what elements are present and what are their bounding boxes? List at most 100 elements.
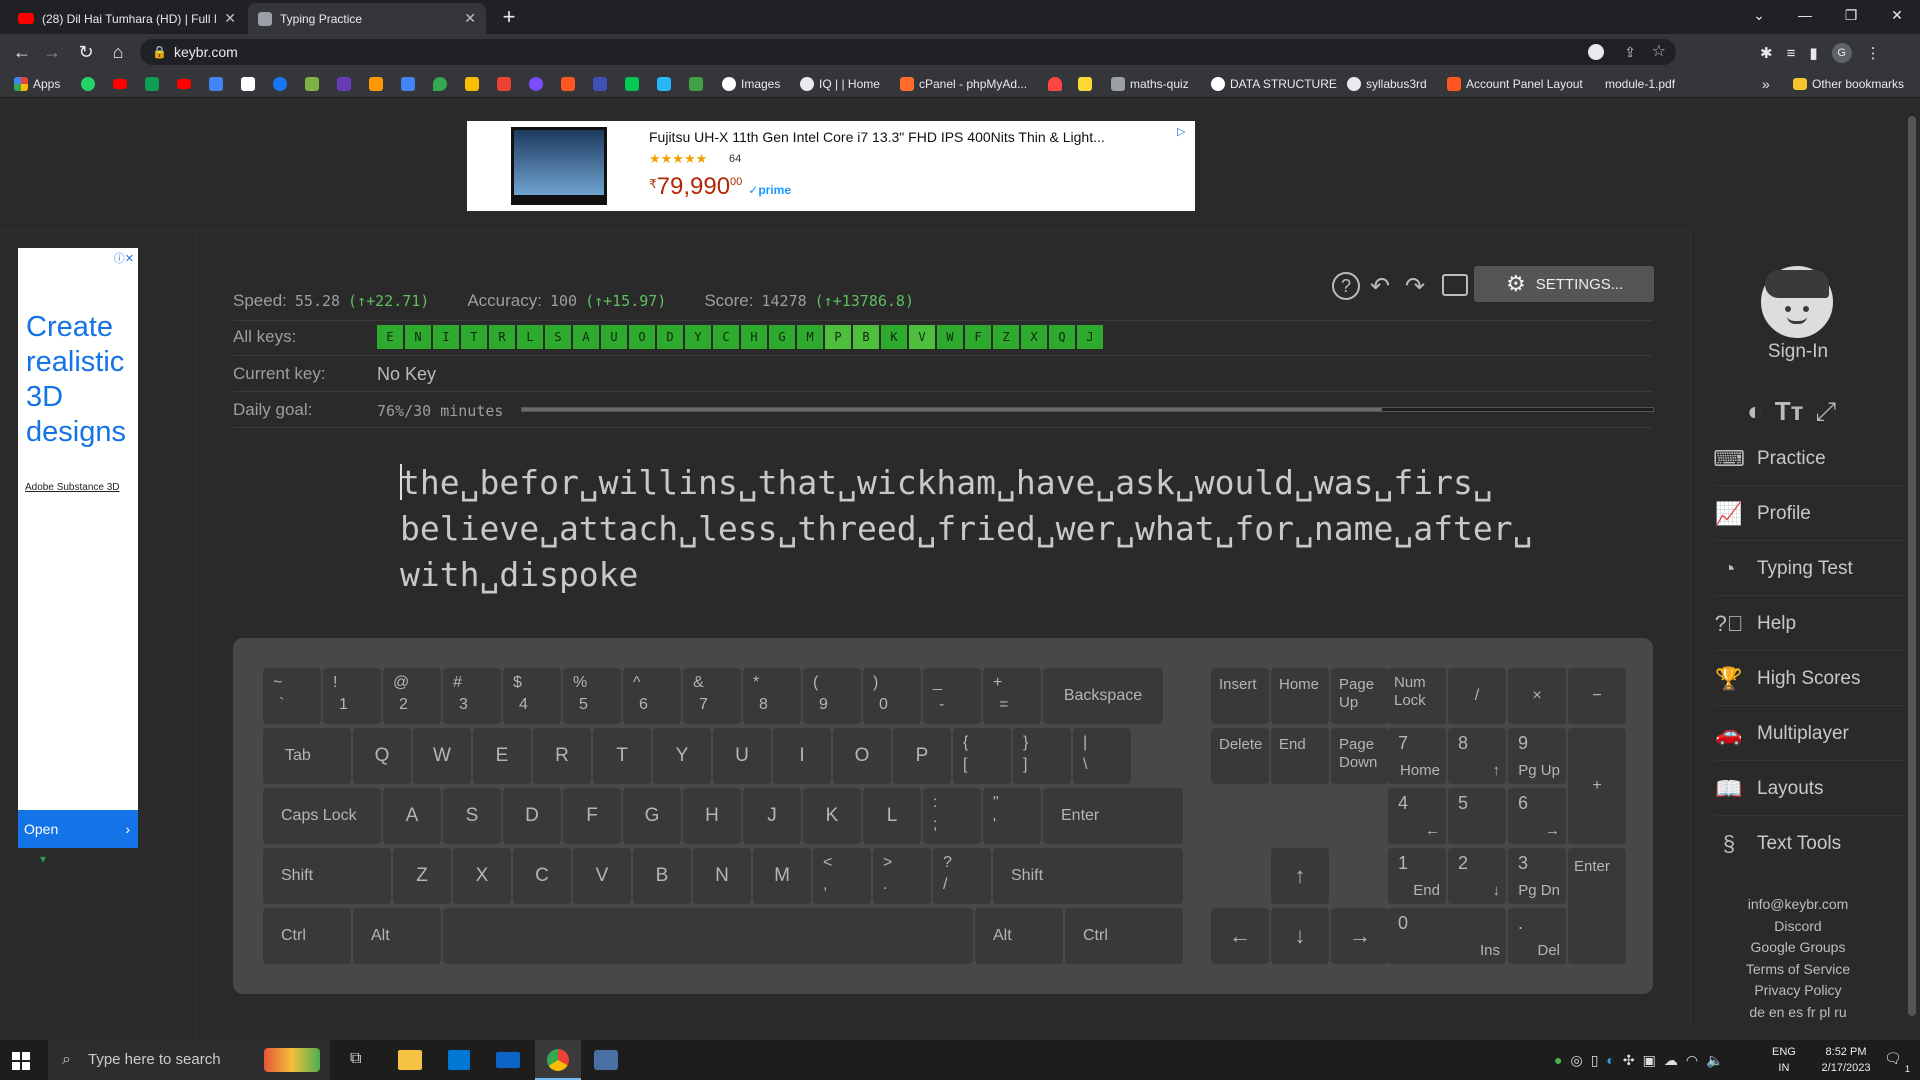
key-q[interactable]: Q [353,728,411,784]
key-bracket[interactable]: | \ [1073,728,1131,784]
tab-youtube[interactable]: (28) Dil Hai Tumhara (HD) | Full M ✕ [8,3,246,34]
key-6[interactable]: ^ 6 [623,668,681,724]
sidebar-item-text-tools[interactable]: § Text Tools [1715,817,1905,871]
key-5[interactable]: % 5 [563,668,621,724]
key-t[interactable]: T [593,728,651,784]
sidebar-item-layouts[interactable]: 📖 Layouts [1715,762,1905,816]
bookmark-icon[interactable] [689,77,703,91]
bookmark-icon[interactable] [1078,77,1092,91]
email-link[interactable]: info@keybr.com [1691,894,1905,916]
edge-icon[interactable]: ◐ [1606,1052,1614,1069]
key-3[interactable]: #3 [443,668,501,724]
bookmark-icon[interactable] [657,77,671,91]
notification-center-icon[interactable]: 🗨 1 [1884,1050,1910,1074]
key-nav[interactable]: Insert [1211,668,1269,724]
key-x[interactable]: X [453,848,511,904]
key-num-multiply[interactable]: × [1508,668,1566,724]
key-num-1[interactable]: 1 End [1388,848,1446,904]
store-icon[interactable] [448,1050,470,1070]
key-r[interactable]: R [533,728,591,784]
file-explorer-icon[interactable] [398,1050,422,1070]
key-num-3[interactable]: 3 Pg Dn [1508,848,1566,904]
bookmark-icon[interactable] [337,77,351,91]
translate-icon[interactable] [401,77,415,91]
scrollbar-thumb[interactable] [1908,116,1916,1016]
sidebar-item-practice[interactable]: ⌨ Practice [1713,432,1905,486]
key-num-0[interactable]: 0 Ins [1388,908,1506,964]
home-icon[interactable]: ⌂ [104,38,132,66]
font-size-icon[interactable]: Tт [1775,396,1804,428]
key-8[interactable]: * 8 [743,668,801,724]
whatsapp-icon[interactable] [81,77,95,91]
bookmark-module-pdf[interactable]: module-1.pdf [1605,75,1675,93]
google-groups-link[interactable]: Google Groups [1691,937,1905,959]
key-nav[interactable]: Delete [1211,728,1269,784]
youtube-icon[interactable] [113,79,127,89]
key-punct[interactable]: ? / [933,848,991,904]
key-num-5[interactable]: 5 [1448,788,1506,844]
bookmark-icon[interactable] [593,77,607,91]
key-punct[interactable]: :; [923,788,981,844]
key-nav[interactable]: Page Down [1331,728,1389,784]
key-ctrl-right[interactable]: Ctrl [1065,908,1183,964]
bookmark-maths-quiz[interactable]: maths-quiz [1111,75,1189,93]
adchoices-icon[interactable]: ▷ [1177,125,1189,138]
key-num-2[interactable]: 2 ↓ [1448,848,1506,904]
menu-icon[interactable]: ⋮ [1866,44,1881,62]
sidepanel-icon[interactable]: ▮ [1809,44,1817,62]
taskbar-search-box[interactable]: ⌕ Type here to search [48,1040,330,1080]
avatar[interactable] [1761,266,1833,338]
expand-icon[interactable]: ⤢ [1815,396,1836,428]
key-ctrl-left[interactable]: Ctrl [263,908,351,964]
key-=[interactable]: + = [983,668,1041,724]
adchoices-icon[interactable]: ⓘ✕ [114,250,134,266]
key-num-8[interactable]: 8 ↑ [1448,728,1506,784]
ad-banner-left[interactable]: ⓘ✕ Create realistic 3D designs Adobe Sub… [18,248,138,848]
new-tab-button[interactable]: + [496,4,522,30]
key-a[interactable]: A [383,788,441,844]
key-punct[interactable]: >. [873,848,931,904]
key-z[interactable]: Z [393,848,451,904]
key-9[interactable]: (9 [803,668,861,724]
task-view-icon[interactable]: ⧉ [350,1050,361,1068]
key--[interactable]: _ - [923,668,981,724]
fullscreen-icon[interactable] [1442,274,1468,296]
bell-icon[interactable] [1048,77,1062,91]
volume-icon[interactable]: 🔈 [1706,1052,1723,1069]
bookmark-cpanel[interactable]: cPanel - phpMyAd... [900,75,1027,93]
play-icon[interactable] [625,77,639,91]
tray-app-icon[interactable]: ● [1554,1052,1562,1069]
key-i[interactable]: I [773,728,831,784]
tray-app-icon[interactable]: ▣ [1643,1052,1656,1069]
key-f[interactable]: F [563,788,621,844]
discord-link[interactable]: Discord [1691,916,1905,938]
bookmark-star-icon[interactable]: ☆ [1652,39,1666,65]
key-k[interactable]: K [803,788,861,844]
practice-text-area[interactable]: the␣befor␣willins␣that␣wickham␣have␣ask␣… [400,460,1550,598]
key-alt-right[interactable]: Alt [975,908,1063,964]
onedrive-icon[interactable]: ☁ [1664,1052,1678,1069]
profile-avatar[interactable]: G [1831,43,1852,63]
bookmark-account-panel[interactable]: Account Panel Layout [1447,75,1583,93]
steam-icon[interactable]: ◎ [1570,1052,1582,1069]
mail-icon[interactable] [496,1052,520,1068]
key-num-9[interactable]: 9 Pg Up [1508,728,1566,784]
key-num-6[interactable]: 6 → [1508,788,1566,844]
app-icon[interactable] [594,1050,618,1070]
download-icon[interactable] [305,77,319,91]
language-indicator[interactable]: ENG IN [1772,1044,1796,1076]
key-punct[interactable]: " ' [983,788,1041,844]
sidebar-item-help[interactable]: ?⃝ Help [1715,597,1905,651]
key-nav[interactable]: Page Up [1331,668,1389,724]
bookmark-syllabus[interactable]: syllabus3rd [1347,75,1427,93]
help-icon[interactable]: ? [1332,272,1360,300]
key-arrow-left[interactable]: ← [1211,908,1269,964]
share-icon[interactable]: ⇪ [1624,39,1636,65]
amazon-icon[interactable] [241,77,255,91]
key-nav[interactable]: Home [1271,668,1329,724]
key-shift-right[interactable]: Shift [993,848,1183,904]
gmail-icon[interactable] [497,77,511,91]
redo-icon[interactable]: ↷ [1405,272,1425,301]
bookmark-apps[interactable]: Apps [14,75,60,93]
key-l[interactable]: L [863,788,921,844]
